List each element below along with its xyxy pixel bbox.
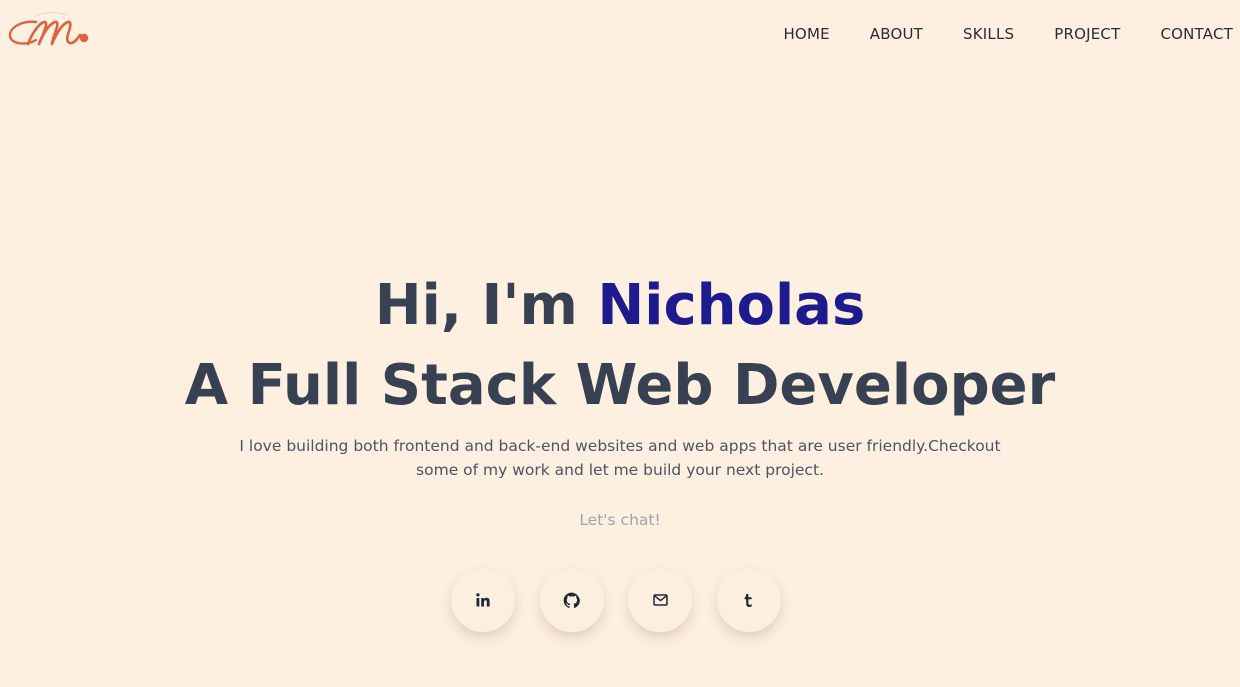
hero-greeting: Hi, I'm Nicholas	[0, 268, 1240, 344]
site-logo[interactable]	[6, 8, 96, 52]
github-icon	[563, 592, 580, 608]
nav-link-skills[interactable]: SKILLS	[963, 24, 1014, 44]
portfolio-page: HOME ABOUT SKILLS PROJECT CONTACT Hi, I'…	[0, 0, 1240, 687]
social-links	[451, 568, 781, 632]
linkedin-icon	[476, 593, 490, 607]
nav-link-contact[interactable]: CONTACT	[1160, 24, 1233, 44]
github-button[interactable]	[539, 568, 604, 632]
monogram-m-logo-icon	[8, 12, 89, 46]
greeting-prefix: Hi, I'm	[374, 273, 598, 338]
linkedin-button[interactable]	[451, 568, 515, 632]
hero-bio: I love building both frontend and back-e…	[239, 437, 1001, 479]
nav-link-about[interactable]: ABOUT	[870, 24, 923, 44]
hero-role: A Full Stack Web Developer	[184, 353, 1056, 418]
tumblr-icon	[744, 593, 752, 607]
hero-name: Nicholas	[597, 273, 866, 338]
hero-section: Hi, I'm Nicholas A Full Stack Web Develo…	[0, 268, 1240, 530]
lets-chat-label: Let's chat!	[579, 511, 661, 529]
nav-link-home[interactable]: HOME	[783, 24, 829, 44]
main-nav: HOME ABOUT SKILLS PROJECT CONTACT	[783, 24, 1233, 44]
nav-link-project[interactable]: PROJECT	[1054, 24, 1120, 44]
tumblr-button[interactable]	[716, 568, 781, 632]
mail-icon	[652, 594, 668, 606]
email-button[interactable]	[628, 568, 692, 632]
